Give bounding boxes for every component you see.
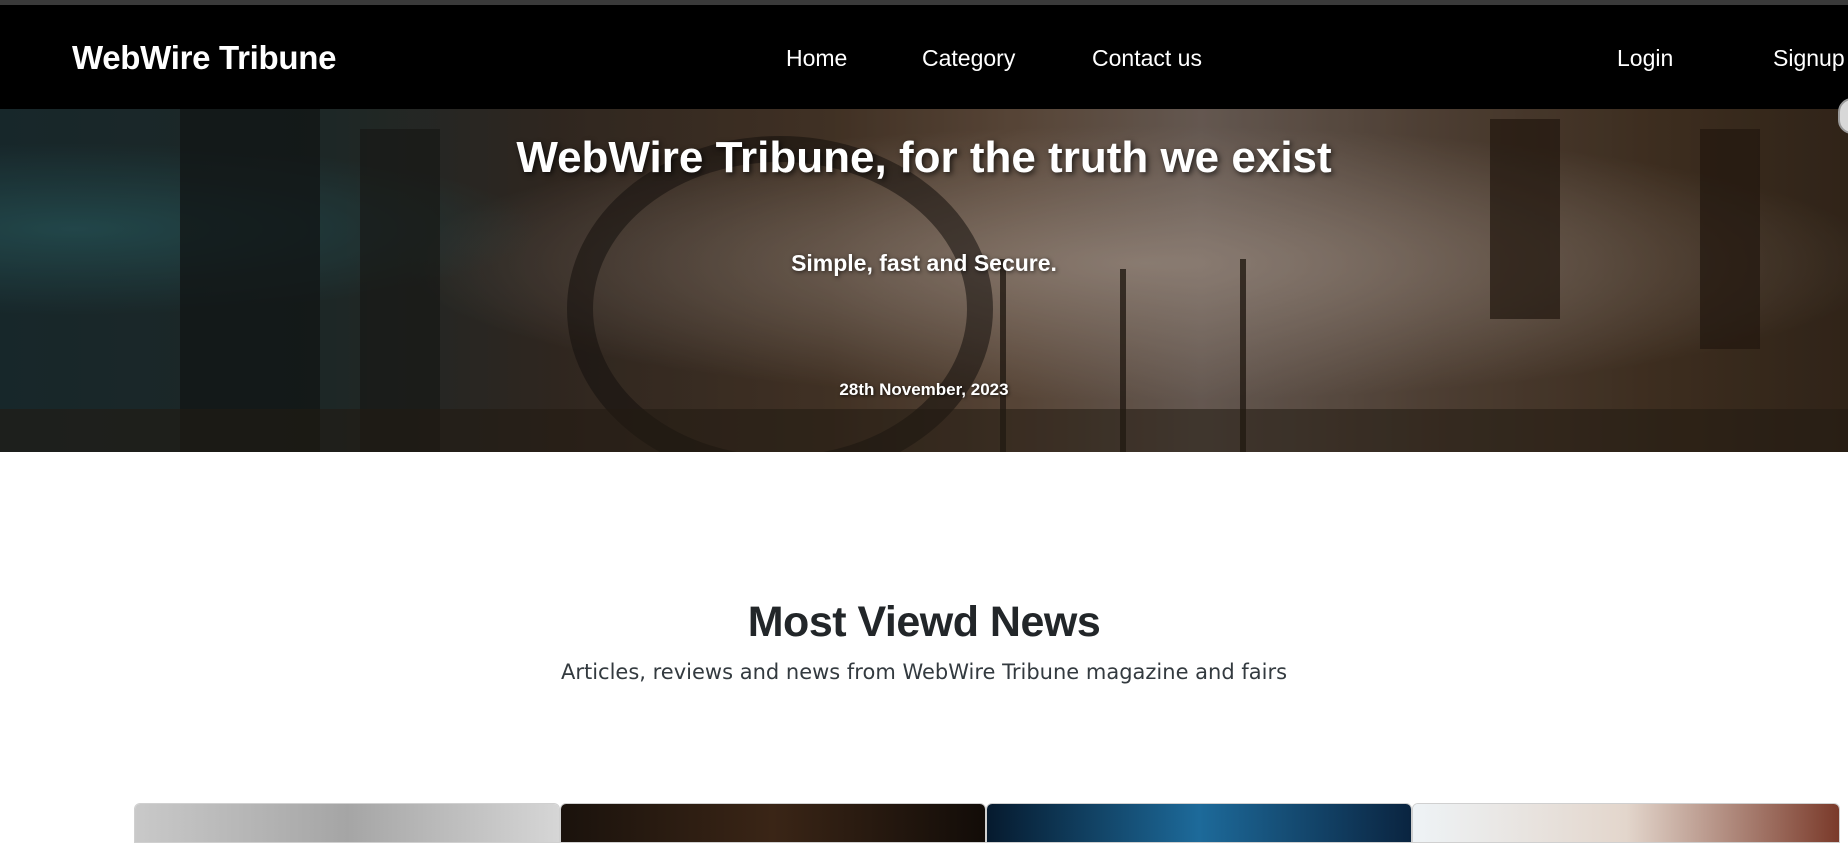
nav-home[interactable]: Home bbox=[786, 45, 847, 72]
signup-link[interactable]: Signup bbox=[1773, 45, 1845, 72]
hero-date: 28th November, 2023 bbox=[839, 380, 1009, 399]
hero-title: WebWire Tribune, for the truth we exist bbox=[516, 133, 1332, 182]
hero-subtitle: Simple, fast and Secure. bbox=[791, 250, 1057, 276]
news-card[interactable] bbox=[986, 803, 1412, 843]
login-link[interactable]: Login bbox=[1617, 45, 1673, 72]
news-card-image bbox=[1413, 804, 1839, 842]
news-card[interactable] bbox=[1412, 803, 1840, 843]
news-card-image bbox=[135, 804, 559, 842]
news-card[interactable] bbox=[134, 803, 560, 843]
news-card-image bbox=[987, 804, 1411, 842]
nav-contact-us[interactable]: Contact us bbox=[1092, 45, 1202, 72]
hero-banner: WebWire Tribune, for the truth we exist … bbox=[0, 109, 1848, 452]
news-card[interactable] bbox=[560, 803, 986, 843]
section-subtitle: Articles, reviews and news from WebWire … bbox=[560, 660, 1288, 684]
nav-category[interactable]: Category bbox=[922, 45, 1015, 72]
news-card-image bbox=[561, 804, 985, 842]
news-card-row bbox=[134, 803, 1840, 843]
navbar: WebWire Tribune Home Category Contact us… bbox=[0, 5, 1848, 109]
brand-logo-link[interactable]: WebWire Tribune bbox=[72, 39, 336, 77]
section-title: Most Viewd News bbox=[747, 598, 1101, 646]
